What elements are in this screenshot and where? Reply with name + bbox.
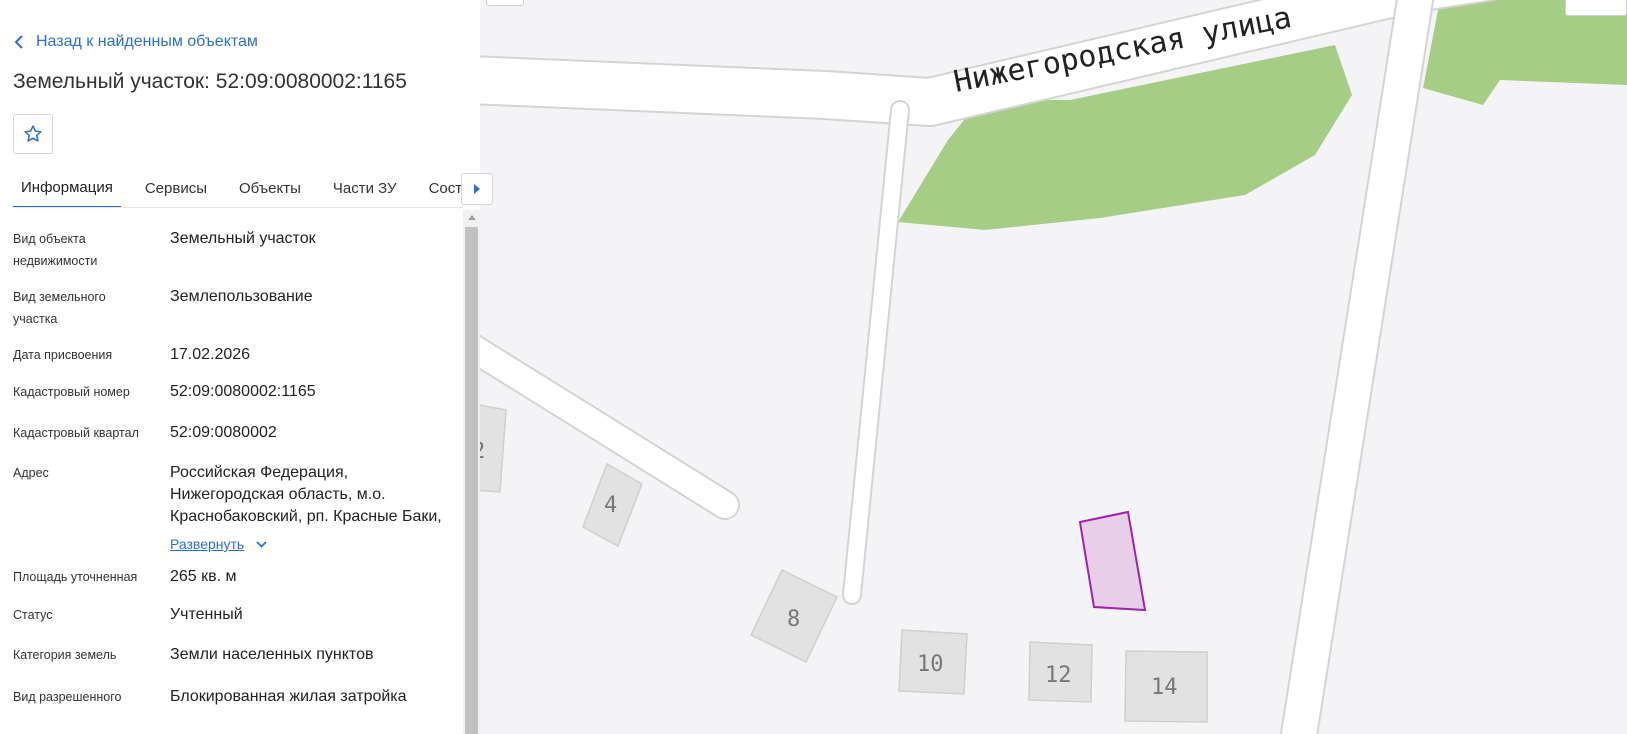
back-to-results-link[interactable]: Назад к найденным объектам — [14, 30, 258, 54]
info-value: 52:09:0080002 — [170, 424, 277, 441]
info-value: 265 кв. м — [170, 568, 237, 585]
info-value: Блокированная жилая затройка — [170, 688, 407, 705]
info-label: Кадастровый номер — [13, 385, 130, 399]
house-number: 2 — [480, 439, 485, 464]
info-panel: Назад к найденным объектам Земельный уча… — [0, 0, 493, 734]
caret-right-icon — [474, 184, 480, 194]
house-2: 2 — [480, 404, 507, 493]
house-8: 8 — [750, 568, 838, 664]
tab-services[interactable]: Сервисы — [137, 168, 215, 207]
info-value: 17.02.2026 — [170, 346, 251, 363]
house-12: 12 — [1028, 641, 1093, 703]
tab-objects[interactable]: Объекты — [231, 168, 309, 207]
tabs-scroll-right-button[interactable] — [461, 173, 493, 205]
info-label: Кадастровый квартал — [13, 426, 139, 440]
selected-parcel[interactable] — [1078, 510, 1147, 612]
house-10: 10 — [898, 629, 968, 695]
house-4: 4 — [582, 462, 643, 548]
info-list: Вид объекта недвижимости Земельный участ… — [0, 210, 480, 734]
back-link-label: Назад к найденным объектам — [36, 33, 258, 50]
chevron-down-icon — [256, 540, 267, 548]
house-14: 14 — [1124, 650, 1208, 723]
caret-up-icon — [467, 214, 476, 220]
house-number: 8 — [787, 607, 800, 632]
info-label: Дата присвоения — [13, 348, 113, 362]
add-to-favorites-button[interactable] — [13, 114, 53, 154]
house-number: 14 — [1151, 675, 1178, 700]
house-number: 12 — [1045, 663, 1072, 688]
info-value: 52:09:0080002:1165 — [170, 383, 316, 400]
map-control-left[interactable] — [486, 0, 524, 6]
info-label: Вид разрешенного — [13, 690, 122, 704]
map-canvas[interactable]: Нижегородская улица 2 4 8 10 12 14 — [480, 0, 1627, 734]
map-view[interactable]: Нижегородская улица 2 4 8 10 12 14 — [480, 0, 1627, 734]
house-number: 4 — [604, 493, 617, 518]
tab-parts[interactable]: Части ЗУ — [325, 168, 405, 207]
info-label: Адрес — [13, 466, 49, 480]
page-title: Земельный участок: 52:09:0080002:1165 — [13, 70, 407, 93]
info-label: Вид земельного участка — [13, 290, 106, 326]
info-row-address: Адрес Российская Федерация, Нижегородска… — [13, 462, 463, 554]
info-value: Землепользование — [170, 288, 313, 305]
expand-address-link[interactable]: Развернуть — [170, 536, 267, 552]
tab-information[interactable]: Информация — [13, 168, 121, 207]
info-label: Категория земель — [13, 648, 117, 662]
house-number: 10 — [917, 652, 944, 677]
tab-bar: Информация Сервисы Объекты Части ЗУ Сост… — [13, 168, 463, 208]
tab-composition[interactable]: Состав — [421, 168, 463, 207]
scroll-up-button[interactable] — [463, 210, 480, 224]
info-label: Статус — [13, 608, 53, 622]
info-scrollbar[interactable] — [463, 210, 480, 734]
expand-label: Развернуть — [170, 536, 245, 552]
info-value: Земельный участок — [170, 230, 316, 247]
scroll-thumb[interactable] — [465, 227, 478, 734]
info-value: Российская Федерация, Нижегородская обла… — [170, 464, 442, 525]
map-control-right[interactable] — [1565, 0, 1627, 16]
chevron-left-icon — [14, 35, 23, 49]
info-value: Учтенный — [170, 606, 243, 623]
info-value: Земли населенных пунктов — [170, 646, 374, 663]
info-label: Вид объекта недвижимости — [13, 232, 98, 268]
info-label: Площадь уточненная — [13, 570, 138, 584]
star-icon — [24, 125, 42, 142]
